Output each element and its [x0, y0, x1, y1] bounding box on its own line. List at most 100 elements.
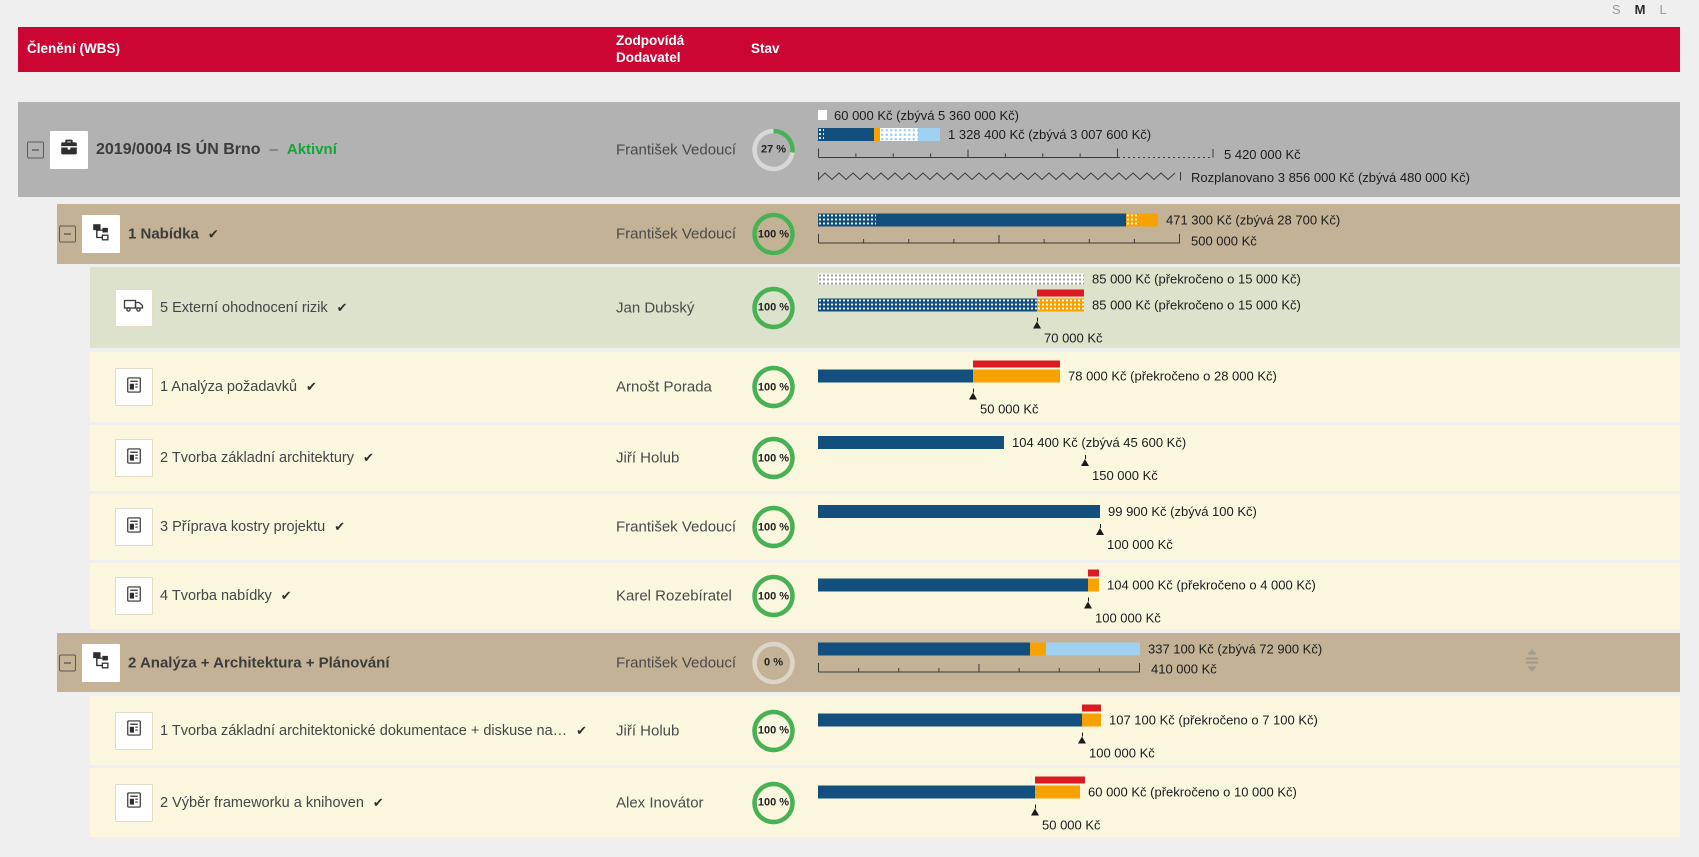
row-title[interactable]: 2 Tvorba základní architektury [160, 450, 354, 466]
check-icon: ✔ [281, 588, 292, 604]
wbs-table: Členění (WBS) Zodpovídá Dodavatel Stav 2… [18, 27, 1680, 72]
table-row-task-tvorba-nabidky[interactable]: 4 Tvorba nabídky✔Karel Rozebíratel100 %1… [18, 563, 1680, 629]
bar-segments [818, 273, 1084, 284]
budget-marker-label: 100 000 Kč [1095, 611, 1161, 626]
table-row-task-analyza-pozadavku[interactable]: 1 Analýza požadavků✔Arnošt Porada100 %78… [18, 352, 1680, 422]
progress-label: 100 % [751, 574, 796, 619]
collapse-button[interactable] [59, 654, 76, 671]
over-budget-bar [1082, 704, 1101, 711]
title-separator: – [270, 141, 278, 158]
over-budget-bar [1035, 776, 1085, 783]
table-row-task-vyber-frameworku[interactable]: 2 Výběr frameworku a knihoven✔Alex Inová… [18, 768, 1680, 837]
planned-zigzag-line: Rozplanovano 3 856 000 Kč (zbývá 480 000… [818, 169, 1458, 187]
progress-label: 100 % [751, 285, 796, 330]
table-row-project-is-un-brno[interactable]: 2019/0004 IS ÚN Brno–AktivníFrantišek Ve… [18, 102, 1680, 197]
hierarchy-icon [90, 649, 112, 676]
bar-segment-orange-wdot [1126, 214, 1138, 227]
cost-bar-line: 60 000 Kč (překročeno o 10 000 Kč) [818, 776, 1458, 798]
cost-lines: 471 300 Kč (zbývá 28 700 Kč)500 000 Kč [818, 214, 1458, 255]
row-title[interactable]: 5 Externí ohodnocení rizik [160, 300, 328, 316]
row-title[interactable]: 1 Tvorba základní architektonické dokume… [160, 723, 567, 739]
budget-marker-label: 100 000 Kč [1107, 537, 1173, 552]
cost-lines: 337 100 Kč (zbývá 72 900 Kč)410 000 Kč [818, 642, 1458, 683]
bar-segment-orange-wdot [1037, 298, 1084, 311]
bar-segment-navy-wdot [818, 214, 876, 227]
bar-segment-orange [1030, 642, 1046, 655]
type-icon-box [115, 368, 153, 406]
type-icon-box [115, 439, 153, 477]
budget-ruler-label: 500 000 Kč [1191, 233, 1257, 248]
table-row-group-nabidka[interactable]: 1 Nabídka✔František Vedoucí100 %471 300 … [18, 204, 1680, 264]
budget-ruler [818, 232, 1184, 250]
cost-swatch [818, 110, 827, 120]
owner-name: František Vedoucí [616, 519, 736, 536]
row-title[interactable]: 1 Nabídka [128, 226, 199, 243]
budget-marker-label: 50 000 Kč [980, 402, 1039, 417]
table-row-task-tvorba-architektonicke-dokumentace[interactable]: 1 Tvorba základní architektonické dokume… [18, 696, 1680, 765]
row-title[interactable]: 4 Tvorba nabídky [160, 588, 272, 604]
over-budget-bar [1037, 289, 1084, 296]
collapse-button[interactable] [59, 226, 76, 243]
progress-label: 100 % [751, 505, 796, 550]
over-budget-bar [973, 361, 1060, 368]
cost-lines: 99 900 Kč (zbývá 100 Kč)100 000 Kč [818, 505, 1458, 549]
bar-segment-navy [818, 713, 1082, 726]
row-title-block: 1 Nabídka✔ [128, 226, 219, 243]
cost-lines: 85 000 Kč (překročeno o 15 000 Kč)85 000… [818, 273, 1458, 342]
progress-label: 100 % [751, 708, 796, 753]
sort-handle-icon[interactable] [1523, 648, 1541, 677]
cost-bar-label: 104 000 Kč (překročeno o 4 000 Kč) [1107, 579, 1316, 592]
bar-segment-orange [1082, 713, 1101, 726]
budget-marker-label: 150 000 Kč [1092, 468, 1158, 483]
type-icon-box [115, 712, 153, 750]
progress-ring: 100 % [751, 436, 796, 481]
cost-lines: 107 100 Kč (překročeno o 7 100 Kč)100 00… [818, 704, 1458, 757]
progress-ring: 100 % [751, 505, 796, 550]
table-row-task-tvorba-zakladni-architektury[interactable]: 2 Tvorba základní architektury✔Jiří Holu… [18, 425, 1680, 491]
owner-name: František Vedoucí [616, 141, 736, 158]
bar-segment-ltblue [1046, 642, 1140, 655]
table-row-task-externi-ohodnoceni-rizik[interactable]: 5 Externí ohodnocení rizik✔Jan Dubský100… [18, 267, 1680, 348]
row-title[interactable]: 2 Analýza + Architektura + Plánování [128, 654, 390, 671]
type-icon-box [115, 289, 153, 327]
cost-lines: 104 400 Kč (zbývá 45 600 Kč) 150 000 Kč [818, 436, 1458, 480]
cost-lines: 78 000 Kč (překročeno o 28 000 Kč)50 000… [818, 361, 1458, 414]
size-option-s[interactable]: S [1612, 2, 1621, 17]
collapse-button[interactable] [27, 141, 44, 158]
cost-bar-line: 337 100 Kč (zbývá 72 900 Kč) [818, 642, 1458, 655]
row-title[interactable]: 2 Výběr frameworku a knihoven [160, 795, 364, 811]
check-icon: ✔ [334, 519, 345, 535]
table-row-group-analyza-architektura-planovani[interactable]: 2 Analýza + Architektura + PlánováníFran… [18, 633, 1680, 692]
table-row-task-priprava-kostry-projektu[interactable]: 3 Příprava kostry projektu ✔ František Ved… [18, 494, 1680, 560]
bar-segment-ltblue [918, 128, 940, 141]
budget-marker-line: 50 000 Kč [818, 388, 1458, 414]
budget-marker-line: 70 000 Kč [818, 316, 1458, 342]
progress-ring: 100 % [751, 365, 796, 410]
bar-segment-orange [973, 370, 1060, 383]
size-switcher: S M L [1612, 2, 1682, 17]
bar-segments [818, 128, 940, 141]
header-status: Stav [751, 41, 780, 56]
size-option-m[interactable]: M [1635, 2, 1646, 17]
cost-bar-label: 1 328 400 Kč (zbývá 3 007 600 Kč) [948, 128, 1151, 141]
row-title[interactable]: 1 Analýza požadavků [160, 379, 297, 395]
row-title[interactable]: 3 Příprava kostry projektu [160, 519, 325, 535]
type-icon-box [82, 215, 120, 253]
owner-name: Jan Dubský [616, 299, 694, 316]
cost-bar-line: 85 000 Kč (překročeno o 15 000 Kč) [818, 289, 1458, 311]
type-icon-box [115, 577, 153, 615]
cost-lines: 60 000 Kč (překročeno o 10 000 Kč)50 000… [818, 776, 1458, 829]
cost-bar-label: 60 000 Kč (překročeno o 10 000 Kč) [1088, 785, 1297, 798]
size-option-l[interactable]: L [1660, 2, 1667, 17]
cost-bar-label: 337 100 Kč (zbývá 72 900 Kč) [1148, 642, 1322, 655]
bar-segment-navy [818, 436, 1004, 449]
cost-bar-label: 104 400 Kč (zbývá 45 600 Kč) [1012, 436, 1186, 449]
progress-ring: 0 % [751, 640, 796, 685]
progress-ring: 100 % [751, 212, 796, 257]
cost-bar-line: 1 328 400 Kč (zbývá 3 007 600 Kč) [818, 128, 1458, 141]
row-title-block: 2 Analýza + Architektura + Plánování [128, 654, 390, 671]
bar-segments [818, 214, 1158, 227]
bar-segments [818, 713, 1101, 726]
row-title[interactable]: 2019/0004 IS ÚN Brno [96, 141, 261, 159]
progress-label: 100 % [751, 436, 796, 481]
